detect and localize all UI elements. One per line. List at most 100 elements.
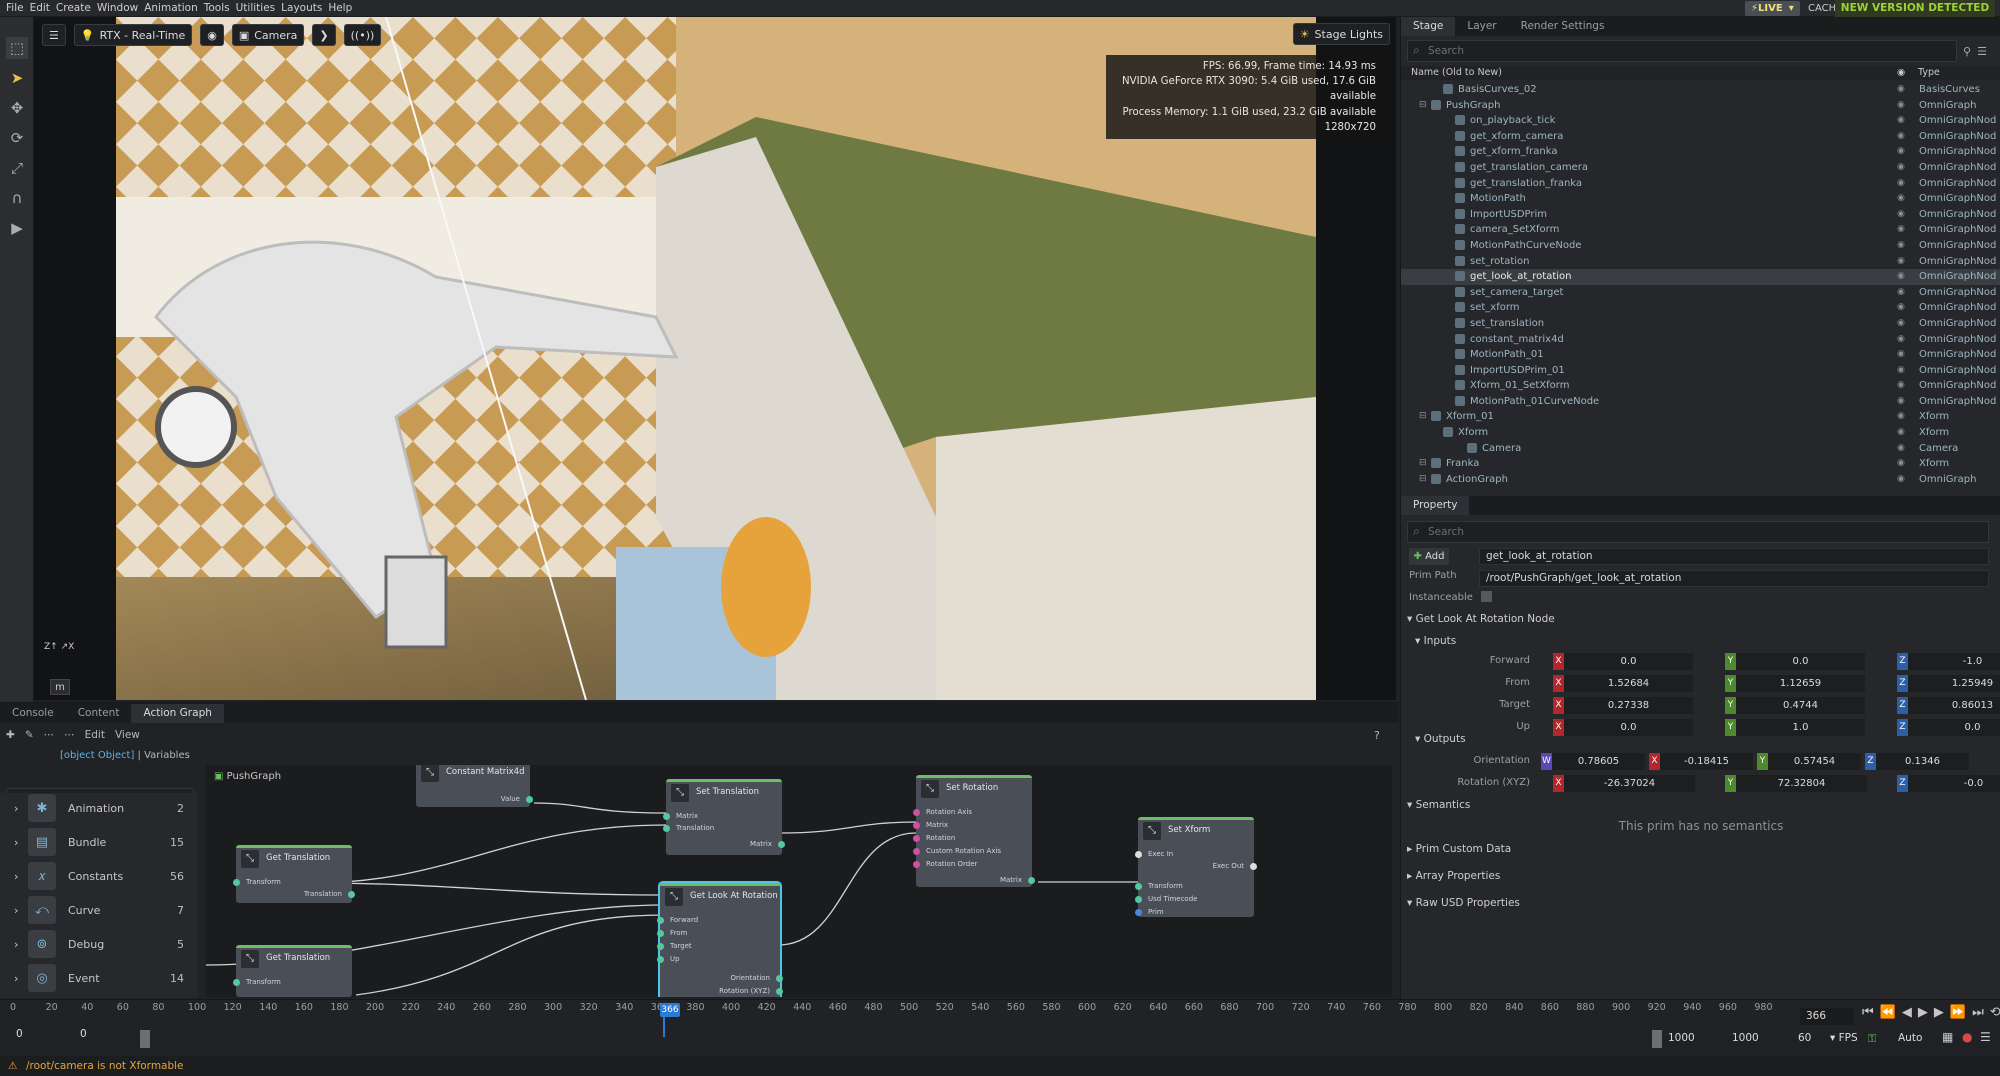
stage-row[interactable]: set_translation ◉ OmniGraphNod	[1401, 316, 2000, 332]
tab-layer[interactable]: Layer	[1455, 17, 1508, 36]
fps-field[interactable]: 60	[1798, 1032, 1811, 1044]
new-version-banner[interactable]: NEW VERSION DETECTED	[1835, 0, 1995, 17]
visibility-eye-icon[interactable]: ◉	[1897, 129, 1905, 145]
library-item-constants[interactable]: › 𝑥 Constants 56	[8, 861, 194, 891]
visibility-eye-icon[interactable]: ◉	[1897, 394, 1905, 410]
visibility-eye-icon[interactable]: ◉	[1897, 441, 1905, 457]
visibility-eye-icon[interactable]: ◉	[1897, 113, 1905, 129]
stage-row[interactable]: on_playback_tick ◉ OmniGraphNod	[1401, 113, 2000, 129]
stage-row[interactable]: ImportUSDPrim_01 ◉ OmniGraphNod	[1401, 363, 2000, 379]
port-socket[interactable]	[233, 979, 240, 986]
forward-y-field[interactable]: Y 0.0	[1725, 653, 1865, 670]
set-xform-node[interactable]: ⤡ Set Xform Exec In Exec Out Transform Usd Ti…	[1135, 817, 1257, 917]
timeline[interactable]: 0 20 40 60 80 100 120 140 160 180 200 220 240 260 280 3…	[0, 999, 2000, 1048]
playhead[interactable]	[663, 1017, 665, 1037]
end-frame-field[interactable]: 1000	[1668, 1032, 1695, 1044]
units-button[interactable]: m	[50, 679, 70, 695]
target-x-field[interactable]: X 0.27338	[1553, 697, 1693, 714]
target-z-field[interactable]: Z 0.86013	[1897, 697, 2000, 714]
stage-lights-button[interactable]: ☀ Stage Lights	[1292, 23, 1390, 45]
prev-key-icon[interactable]: ⏪	[1880, 1005, 1896, 1020]
menu-edit[interactable]: Edit	[30, 2, 50, 14]
timeline-menu-icon[interactable]: ☰	[1980, 1030, 1991, 1044]
current-frame-field[interactable]: 366	[1800, 1008, 1854, 1025]
help-icon[interactable]: ?	[1374, 729, 1380, 742]
key-icon[interactable]: ⚿	[1868, 1032, 1876, 1046]
get-look-at-rotation-node[interactable]: ⤡ Get Look At Rotation Forward From Target Up…	[657, 881, 783, 997]
variables-tab[interactable]: Variables	[144, 750, 190, 761]
menu-window[interactable]: Window	[97, 2, 138, 14]
start-frame-field[interactable]: 0	[10, 1028, 70, 1044]
variables-icon[interactable]: ⋯	[44, 729, 55, 741]
prim-path-field[interactable]: /root/PushGraph/get_look_at_rotation	[1479, 570, 1989, 587]
orientation-x-field[interactable]: X -0.18415	[1649, 753, 1753, 770]
visibility-eye-icon[interactable]: ◉	[1897, 332, 1905, 348]
loop-icon[interactable]: ⟲	[1990, 1005, 2000, 1020]
port-socket[interactable]	[913, 822, 920, 829]
node-header[interactable]: ⤡ Constant Matrix4d	[416, 765, 530, 782]
visibility-eye-icon[interactable]: ◉	[1897, 222, 1905, 238]
menu-icon[interactable]: ☰	[1977, 45, 1987, 58]
more-icon[interactable]: ⋯	[64, 729, 75, 741]
view-menu[interactable]: View	[115, 729, 140, 741]
library-item-debug[interactable]: › ⊚ Debug 5	[8, 929, 194, 959]
stage-row[interactable]: get_xform_camera ◉ OmniGraphNod	[1401, 129, 2000, 145]
visibility-eye-icon[interactable]: ◉	[1897, 285, 1905, 301]
stage-row[interactable]: Camera ◉ Camera	[1401, 441, 2000, 457]
port-socket[interactable]	[663, 825, 670, 832]
node-header[interactable]: ⤡ Get Look At Rotation	[660, 886, 780, 906]
chevron-right-icon[interactable]: ›	[14, 938, 18, 951]
stage-row[interactable]: ⊟ ActionGraph ◉ OmniGraph	[1401, 472, 2000, 488]
port-socket[interactable]	[657, 943, 664, 950]
menu-file[interactable]: File	[6, 2, 24, 14]
stream-button[interactable]: ((•))	[343, 24, 382, 46]
camera-button[interactable]: ▣ Camera	[231, 24, 305, 46]
tab-stage[interactable]: Stage	[1401, 17, 1456, 36]
chevron-right-icon[interactable]: ›	[14, 870, 18, 883]
port-socket[interactable]	[913, 835, 920, 842]
chevron-right-icon[interactable]: ›	[14, 972, 18, 985]
chevron-right-icon[interactable]: ›	[14, 836, 18, 849]
constant-matrix4d-node[interactable]: ⤡ Constant Matrix4d Value	[416, 765, 533, 807]
collapse-icon[interactable]: ⊟	[1419, 98, 1427, 114]
orientation-y-field[interactable]: Y 0.57454	[1757, 753, 1861, 770]
port-socket[interactable]	[1135, 851, 1142, 858]
forward-z-field[interactable]: Z -1.0	[1897, 653, 2000, 670]
visibility-eye-icon[interactable]: ◉	[1897, 176, 1905, 192]
select-arrow-icon[interactable]: ➤	[6, 67, 28, 89]
stage-row[interactable]: get_look_at_rotation ◉ OmniGraphNod	[1401, 269, 2000, 285]
node-header[interactable]: ⤡ Get Translation	[236, 948, 352, 968]
select-mode-icon[interactable]: ⬚	[6, 37, 28, 59]
tab-render-settings[interactable]: Render Settings	[1509, 17, 1617, 36]
set-translation-node[interactable]: ⤡ Set Translation Matrix Translation Matrix	[663, 779, 785, 855]
prim-name-field[interactable]: get_look_at_rotation	[1479, 548, 1989, 565]
viewport[interactable]: ☰ 💡 RTX - Real-Time ◉ ▣ Camera ❯ ((•)) ☀ St…	[34, 17, 1396, 700]
collapse-icon[interactable]: ⊟	[1419, 472, 1427, 488]
tab-content[interactable]: Content	[66, 704, 132, 723]
menu-animation[interactable]: Animation	[144, 2, 198, 14]
up-y-field[interactable]: Y 1.0	[1725, 719, 1865, 736]
visibility-eye-icon[interactable]: ◉	[1897, 98, 1905, 114]
edit-menu[interactable]: Edit	[85, 729, 105, 741]
node-header[interactable]: ⤡ Set Xform	[1138, 820, 1254, 840]
port-socket[interactable]	[1135, 909, 1142, 916]
tab-action-graph[interactable]: Action Graph	[131, 704, 224, 723]
stage-row[interactable]: set_rotation ◉ OmniGraphNod	[1401, 254, 2000, 270]
stage-row[interactable]: ImportUSDPrim ◉ OmniGraphNod	[1401, 207, 2000, 223]
column-type-header[interactable]: Type	[1918, 66, 2000, 80]
renderer-button[interactable]: 💡 RTX - Real-Time	[73, 24, 193, 46]
auto-key-toggle[interactable]: Auto	[1898, 1032, 1922, 1044]
menu-help[interactable]: Help	[328, 2, 352, 14]
tab-console[interactable]: Console	[0, 704, 66, 723]
array-properties-header[interactable]: ▸ Array Properties	[1407, 870, 1500, 882]
stage-search-input[interactable]: Search	[1407, 40, 1957, 62]
visibility-eye-icon[interactable]: ◉	[1897, 300, 1905, 316]
port-socket[interactable]	[1135, 883, 1142, 890]
port-socket[interactable]	[657, 956, 664, 963]
menu-utilities[interactable]: Utilities	[236, 2, 276, 14]
visibility-eye-icon[interactable]: ◉	[1897, 425, 1905, 441]
collapse-icon[interactable]: ⊟	[1419, 409, 1427, 425]
chevron-right-button[interactable]: ❯	[312, 24, 336, 46]
visibility-eye-icon[interactable]: ◉	[1897, 409, 1905, 425]
stage-row[interactable]: camera_SetXform ◉ OmniGraphNod	[1401, 222, 2000, 238]
